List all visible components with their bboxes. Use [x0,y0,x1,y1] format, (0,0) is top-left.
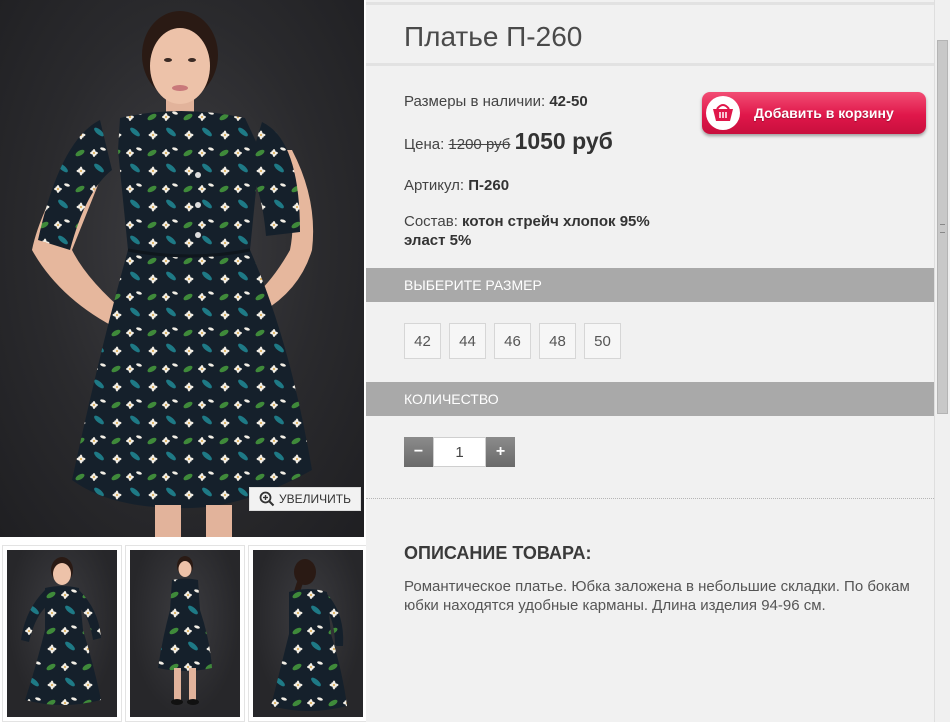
add-to-cart-label: Добавить в корзину [754,105,894,121]
composition-value-line1: котон стрейч хлопок 95% [462,213,650,230]
size-option-44[interactable]: 44 [449,323,486,359]
title-bar: Платье П-260 [366,2,934,66]
old-price: 1200 руб [448,136,511,153]
composition-row: Состав: котон стрейч хлопок 95% эласт 5% [404,212,650,250]
scrollbar-thumb[interactable] [937,40,948,414]
thumbnail-full-illustration [158,556,212,705]
thumbnail-back-illustration [271,559,347,711]
zoom-in-icon [259,491,275,507]
description-text: Романтическое платье. Юбка заложена в не… [404,578,910,614]
price-label: Цена: [404,136,445,153]
article-value: П-260 [468,177,510,194]
divider [366,498,934,499]
thumbnail-front-illustration [21,557,101,705]
size-option-46[interactable]: 46 [494,323,531,359]
sizes-available: Размеры в наличии: 42-50 [404,93,588,110]
composition-value-line2: эласт 5% [404,232,472,249]
size-option-42[interactable]: 42 [404,323,441,359]
zoom-label: УВЕЛИЧИТЬ [279,492,351,506]
article-label: Артикул: [404,177,465,194]
scrollbar-grip-icon [940,224,945,233]
composition-label: Состав: [404,213,458,230]
thumbnail-front[interactable] [2,545,122,722]
new-price: 1050 руб [514,128,613,154]
quantity-section-header: КОЛИЧЕСТВО [366,382,934,416]
model-photo-illustration [32,11,314,537]
main-product-image[interactable]: УВЕЛИЧИТЬ [0,0,364,537]
basket-icon [706,96,740,130]
zoom-button[interactable]: УВЕЛИЧИТЬ [249,487,361,511]
article-row: Артикул: П-260 [404,177,509,194]
size-option-48[interactable]: 48 [539,323,576,359]
sizes-label: Размеры в наличии: [404,93,546,110]
sizes-value: 42-50 [549,93,588,110]
thumbnail-strip [0,545,368,722]
quantity-stepper: − + [404,437,515,467]
product-title: Платье П-260 [404,21,583,52]
size-options: 42 44 46 48 50 [404,323,621,359]
size-option-50[interactable]: 50 [584,323,621,359]
size-section-header: ВЫБЕРИТЕ РАЗМЕР [366,268,934,302]
thumbnail-back[interactable] [248,545,368,722]
description-heading: ОПИСАНИЕ ТОВАРА: [404,543,592,563]
thumbnail-front-full[interactable] [125,545,245,722]
quantity-input[interactable] [433,437,486,467]
product-info-panel: Платье П-260 Размеры в наличии: 42-50 Це… [366,0,934,722]
price-row: Цена: 1200 руб 1050 руб [404,128,613,155]
vertical-scrollbar[interactable] [934,0,950,722]
quantity-decrease-button[interactable]: − [404,437,433,467]
quantity-increase-button[interactable]: + [486,437,515,467]
add-to-cart-button[interactable]: Добавить в корзину [702,92,926,134]
